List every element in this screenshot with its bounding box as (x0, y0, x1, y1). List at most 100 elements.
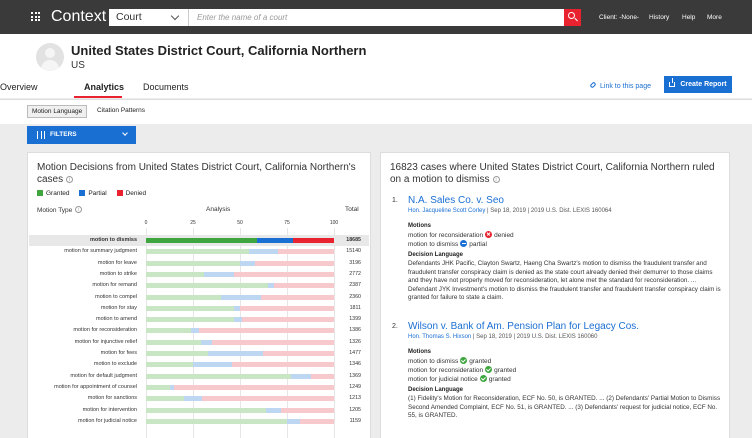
bar-granted[interactable] (146, 249, 250, 255)
bar-denied[interactable] (198, 328, 334, 334)
decision-language: Defendants JHK Pacific, Clayton Swartz, … (408, 260, 721, 302)
chart-row[interactable]: motion for reconsideration 1386 (29, 325, 369, 336)
legend-denied: Denied (116, 190, 146, 197)
top-bar: Context Court Client: -None- History Hel… (0, 0, 752, 34)
nav-more[interactable]: More (707, 14, 722, 21)
chart-row[interactable]: motion to dismiss 18685 (29, 235, 369, 246)
info-icon[interactable]: i (66, 176, 74, 183)
bar-denied[interactable] (202, 396, 334, 402)
bar-denied[interactable] (174, 384, 334, 390)
info-icon[interactable]: i (492, 176, 500, 183)
nav-help[interactable]: Help (682, 14, 695, 21)
bar-granted[interactable] (146, 339, 201, 345)
tab-analytics[interactable]: Analytics (84, 82, 124, 92)
bar-granted[interactable] (146, 407, 267, 413)
bar-partial[interactable] (204, 271, 235, 277)
judge-link[interactable]: Hon. Jacqueline Scott Corley (408, 208, 485, 214)
nav-history[interactable]: History (649, 14, 669, 21)
search-button[interactable] (564, 9, 581, 26)
bar-partial[interactable] (266, 407, 282, 413)
bar-granted[interactable] (146, 305, 235, 311)
client-selector[interactable]: Client: -None- (599, 14, 639, 21)
chart-row[interactable]: motion for intervention 1205 (29, 405, 369, 416)
bar-partial[interactable] (240, 260, 256, 266)
bar-granted[interactable] (146, 238, 257, 243)
row-total: 2387 (349, 282, 361, 289)
link-to-page[interactable]: Link to this page (589, 81, 651, 90)
chart-row[interactable]: motion to exclude 1346 (29, 359, 369, 370)
col-total: Total (345, 206, 359, 213)
bar-denied[interactable] (273, 283, 334, 289)
court-search-input[interactable] (189, 9, 564, 26)
chart-row[interactable]: motion for appointment of counsel 1249 (29, 382, 369, 393)
bar-granted[interactable] (146, 384, 171, 390)
tab-documents[interactable]: Documents (143, 82, 189, 92)
bar-partial[interactable] (249, 249, 278, 255)
bar-denied[interactable] (262, 351, 334, 356)
bar-partial[interactable] (200, 339, 212, 345)
motion-type-label: motion for fees (100, 350, 137, 356)
bar-denied[interactable] (260, 294, 334, 300)
chart-row[interactable]: motion to compel 2360 (29, 292, 369, 303)
bar-granted[interactable] (146, 362, 193, 368)
chart-row[interactable]: motion for stay 1811 (29, 303, 369, 314)
bar-denied[interactable] (211, 339, 334, 345)
create-report-button[interactable]: Create Report (664, 76, 732, 93)
info-icon[interactable]: i (75, 206, 83, 213)
subtab-motion-language[interactable]: Motion Language (27, 105, 88, 118)
chart-row[interactable]: motion to amend 1399 (29, 314, 369, 325)
case-motion: motion for reconsideration denied (408, 231, 514, 239)
bar-partial[interactable] (221, 294, 261, 300)
bar-denied[interactable] (241, 317, 334, 323)
chevron-down-icon (122, 130, 128, 136)
case-motion: motion for judicial notice granted (408, 375, 511, 383)
page-title: United States District Court, California… (71, 43, 367, 58)
chart-row[interactable]: motion to strike 2772 (29, 269, 369, 280)
case-title-link[interactable]: Wilson v. Bank of Am. Pension Plan for L… (408, 321, 639, 332)
bar-partial[interactable] (183, 396, 203, 402)
chart-row[interactable]: motion for leave 3196 (29, 258, 369, 269)
subtab-citation-patterns[interactable]: Citation Patterns (93, 105, 149, 118)
motion-type-label: motion to strike (99, 270, 137, 277)
case-motion: motion to dismiss partial (408, 240, 487, 248)
apps-grid-icon[interactable] (31, 12, 40, 21)
bar-partial[interactable] (287, 418, 301, 424)
bar-granted[interactable] (146, 328, 192, 334)
bar-denied[interactable] (277, 249, 334, 255)
bar-denied[interactable] (240, 305, 334, 311)
bar-granted[interactable] (146, 294, 222, 300)
chart-row[interactable]: motion for remand 2387 (29, 280, 369, 291)
bar-granted[interactable] (146, 271, 205, 277)
tab-overview[interactable]: Overview (0, 82, 38, 92)
motion-type-label: motion to compel (95, 293, 137, 300)
bar-granted[interactable] (146, 351, 209, 356)
filter-sliders-icon (36, 131, 46, 139)
bar-granted[interactable] (146, 317, 235, 323)
chart-row[interactable]: motion for default judgment 1369 (29, 371, 369, 382)
bar-partial[interactable] (191, 328, 199, 334)
chart-row[interactable]: motion for fees 1477 (29, 348, 369, 359)
bar-denied[interactable] (234, 271, 334, 277)
filters-button[interactable]: FILTERS (27, 126, 136, 144)
bar-partial[interactable] (256, 238, 293, 243)
bar-granted[interactable] (146, 396, 184, 402)
chart-row[interactable]: motion for judicial notice 1159 (29, 416, 369, 427)
chart-row[interactable]: motion for injunctive relief 1326 (29, 337, 369, 348)
bar-granted[interactable] (146, 283, 269, 289)
bar-partial[interactable] (208, 351, 263, 356)
chart-row[interactable]: motion for sanctions 1213 (29, 393, 369, 404)
search-type-select[interactable]: Court (109, 9, 189, 26)
case-meta: Hon. Jacqueline Scott Corley | Sep 18, 2… (408, 208, 612, 214)
chart-row[interactable]: motion for summary judgment 15140 (29, 246, 369, 257)
bar-granted[interactable] (146, 260, 240, 266)
bar-denied[interactable] (232, 362, 334, 368)
bar-partial[interactable] (193, 362, 233, 368)
judge-link[interactable]: Hon. Thomas S. Hixson (408, 334, 471, 340)
app-logo[interactable]: Context (51, 8, 106, 26)
bar-partial[interactable] (234, 317, 242, 323)
bar-denied[interactable] (255, 260, 334, 266)
bar-partial[interactable] (290, 373, 312, 379)
case-title-link[interactable]: N.A. Sales Co. v. Seo (408, 195, 504, 206)
bar-granted[interactable] (146, 418, 287, 424)
bar-granted[interactable] (146, 373, 291, 379)
